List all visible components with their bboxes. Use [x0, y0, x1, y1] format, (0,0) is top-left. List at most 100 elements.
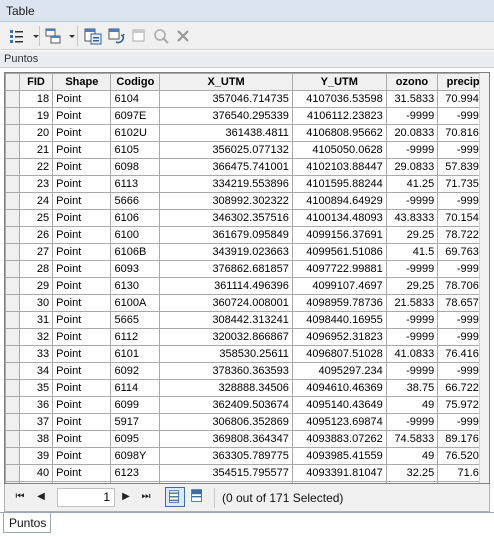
- column-header-y-utm[interactable]: Y_UTM: [291, 73, 387, 91]
- cell-shape[interactable]: Point: [52, 141, 112, 159]
- cell-y-utm[interactable]: 4093883.07262: [291, 430, 387, 448]
- related-tables-icon[interactable]: [44, 27, 62, 45]
- cell-ozono[interactable]: 29.25: [385, 277, 439, 295]
- row-selector[interactable]: [5, 311, 20, 329]
- cell-ozono[interactable]: 43.8333: [385, 209, 439, 227]
- table-row[interactable]: 25 Point 6106 346302.357516 4100134.48093 43.…: [5, 209, 489, 227]
- cell-fid[interactable]: 28: [18, 260, 54, 278]
- cell-y-utm[interactable]: 4106808.95662: [291, 124, 387, 142]
- cell-x-utm[interactable]: 363305.789775: [159, 447, 293, 465]
- cell-fid[interactable]: 39: [18, 447, 54, 465]
- cell-fid[interactable]: 36: [18, 396, 54, 414]
- cell-shape[interactable]: Point: [52, 447, 112, 465]
- cell-codigo[interactable]: 6105: [110, 141, 161, 159]
- table-row[interactable]: 37 Point 5917 306806.352869 4095123.69874 -99…: [5, 413, 489, 431]
- table-options-icon[interactable]: [8, 27, 26, 45]
- cell-codigo[interactable]: 6097E: [110, 107, 161, 125]
- cell-ozono[interactable]: 21.5833: [385, 294, 439, 312]
- cell-y-utm[interactable]: 4094610.46369: [291, 379, 387, 397]
- cell-shape[interactable]: Point: [52, 311, 112, 329]
- column-header-shape[interactable]: Shape: [52, 73, 112, 91]
- cell-y-utm[interactable]: 4095123.69874: [291, 413, 387, 431]
- row-selector[interactable]: [5, 430, 20, 448]
- cell-y-utm[interactable]: 4100134.48093: [291, 209, 387, 227]
- bottom-tab-puntos[interactable]: Puntos: [3, 513, 51, 533]
- table-row[interactable]: 34 Point 6092 378360.363593 4095297.234 -9999…: [5, 362, 489, 380]
- cell-codigo[interactable]: 6113: [110, 175, 161, 193]
- cell-fid[interactable]: 22: [18, 158, 54, 176]
- cell-y-utm[interactable]: 4093391.81047: [291, 464, 387, 482]
- cell-shape[interactable]: Point: [52, 294, 112, 312]
- row-selector[interactable]: [5, 362, 20, 380]
- next-record-icon[interactable]: ▶: [119, 490, 133, 504]
- cell-codigo[interactable]: 6104: [110, 90, 161, 108]
- cell-fid[interactable]: 35: [18, 379, 54, 397]
- cell-y-utm[interactable]: 4099107.4697: [291, 277, 387, 295]
- cell-ozono[interactable]: 49: [385, 447, 439, 465]
- row-selector[interactable]: [5, 413, 20, 431]
- row-selector[interactable]: [5, 277, 20, 295]
- cell-y-utm[interactable]: 4100894.64929: [291, 192, 387, 210]
- cell-ozono[interactable]: -9999: [385, 413, 439, 431]
- cell-shape[interactable]: Point: [52, 379, 112, 397]
- cell-ozono[interactable]: 74.5833: [385, 430, 439, 448]
- row-selector[interactable]: [5, 379, 20, 397]
- row-selector[interactable]: [5, 107, 20, 125]
- cell-codigo[interactable]: 6099: [110, 396, 161, 414]
- clear-selection-icon[interactable]: [130, 27, 148, 45]
- chevron-down-icon[interactable]: [27, 27, 39, 45]
- cell-shape[interactable]: Point: [52, 430, 112, 448]
- cell-x-utm[interactable]: 356025.077132: [159, 141, 293, 159]
- cell-codigo[interactable]: 6098: [110, 158, 161, 176]
- cell-fid[interactable]: 33: [18, 345, 54, 363]
- table-row[interactable]: 30 Point 6100A 360724.008001 4098959.78736 21…: [5, 294, 489, 312]
- cell-codigo[interactable]: 6093: [110, 260, 161, 278]
- cell-shape[interactable]: Point: [52, 124, 112, 142]
- cell-fid[interactable]: 21: [18, 141, 54, 159]
- row-selector[interactable]: [5, 464, 20, 482]
- cell-x-utm[interactable]: 366475.741001: [159, 158, 293, 176]
- column-header-fid[interactable]: FID: [18, 73, 54, 91]
- cell-x-utm[interactable]: 308442.313241: [159, 311, 293, 329]
- cell-x-utm[interactable]: 358530.25611: [159, 345, 293, 363]
- row-selector[interactable]: [5, 175, 20, 193]
- cell-y-utm[interactable]: 4096952.31823: [291, 328, 387, 346]
- row-selector[interactable]: [5, 192, 20, 210]
- cell-y-utm[interactable]: 4098440.16955: [291, 311, 387, 329]
- cell-x-utm[interactable]: 354515.795577: [159, 464, 293, 482]
- row-selector[interactable]: [5, 294, 20, 312]
- cell-codigo[interactable]: 5666: [110, 192, 161, 210]
- zoom-to-selected-icon[interactable]: [152, 27, 170, 45]
- cell-x-utm[interactable]: 357046.714735: [159, 90, 293, 108]
- cell-shape[interactable]: Point: [52, 328, 112, 346]
- cell-x-utm[interactable]: 346302.357516: [159, 209, 293, 227]
- cell-fid[interactable]: 29: [18, 277, 54, 295]
- cell-ozono[interactable]: -9999: [385, 362, 439, 380]
- cell-codigo[interactable]: 5665: [110, 311, 161, 329]
- cell-x-utm[interactable]: 369808.364347: [159, 430, 293, 448]
- column-header-ozono[interactable]: ozono: [385, 73, 439, 91]
- cell-codigo[interactable]: 6095: [110, 430, 161, 448]
- cell-ozono[interactable]: 20.0833: [385, 124, 439, 142]
- cell-y-utm[interactable]: 4106112.23823: [291, 107, 387, 125]
- cell-fid[interactable]: 27: [18, 243, 54, 261]
- cell-y-utm[interactable]: 4095297.234: [291, 362, 387, 380]
- table-row[interactable]: 32 Point 6112 320032.866867 4096952.31823 -99…: [5, 328, 489, 346]
- row-selector[interactable]: [5, 90, 20, 108]
- cell-ozono[interactable]: -9999: [385, 141, 439, 159]
- cell-ozono[interactable]: -9999: [385, 107, 439, 125]
- table-row[interactable]: 29 Point 6130 361114.496396 4099107.4697 29.2…: [5, 277, 489, 295]
- cell-codigo[interactable]: 5917: [110, 413, 161, 431]
- cell-y-utm[interactable]: 4099156.37691: [291, 226, 387, 244]
- cell-ozono[interactable]: 32.25: [385, 464, 439, 482]
- cell-y-utm[interactable]: 4101595.88244: [291, 175, 387, 193]
- cell-y-utm[interactable]: 4102103.88447: [291, 158, 387, 176]
- row-selector[interactable]: [5, 260, 20, 278]
- cell-shape[interactable]: Point: [52, 226, 112, 244]
- row-selector[interactable]: [5, 209, 20, 227]
- row-selector[interactable]: [5, 141, 20, 159]
- column-header-x-utm[interactable]: X_UTM: [159, 73, 293, 91]
- cell-shape[interactable]: Point: [52, 90, 112, 108]
- cell-ozono[interactable]: -9999: [385, 260, 439, 278]
- cell-fid[interactable]: 19: [18, 107, 54, 125]
